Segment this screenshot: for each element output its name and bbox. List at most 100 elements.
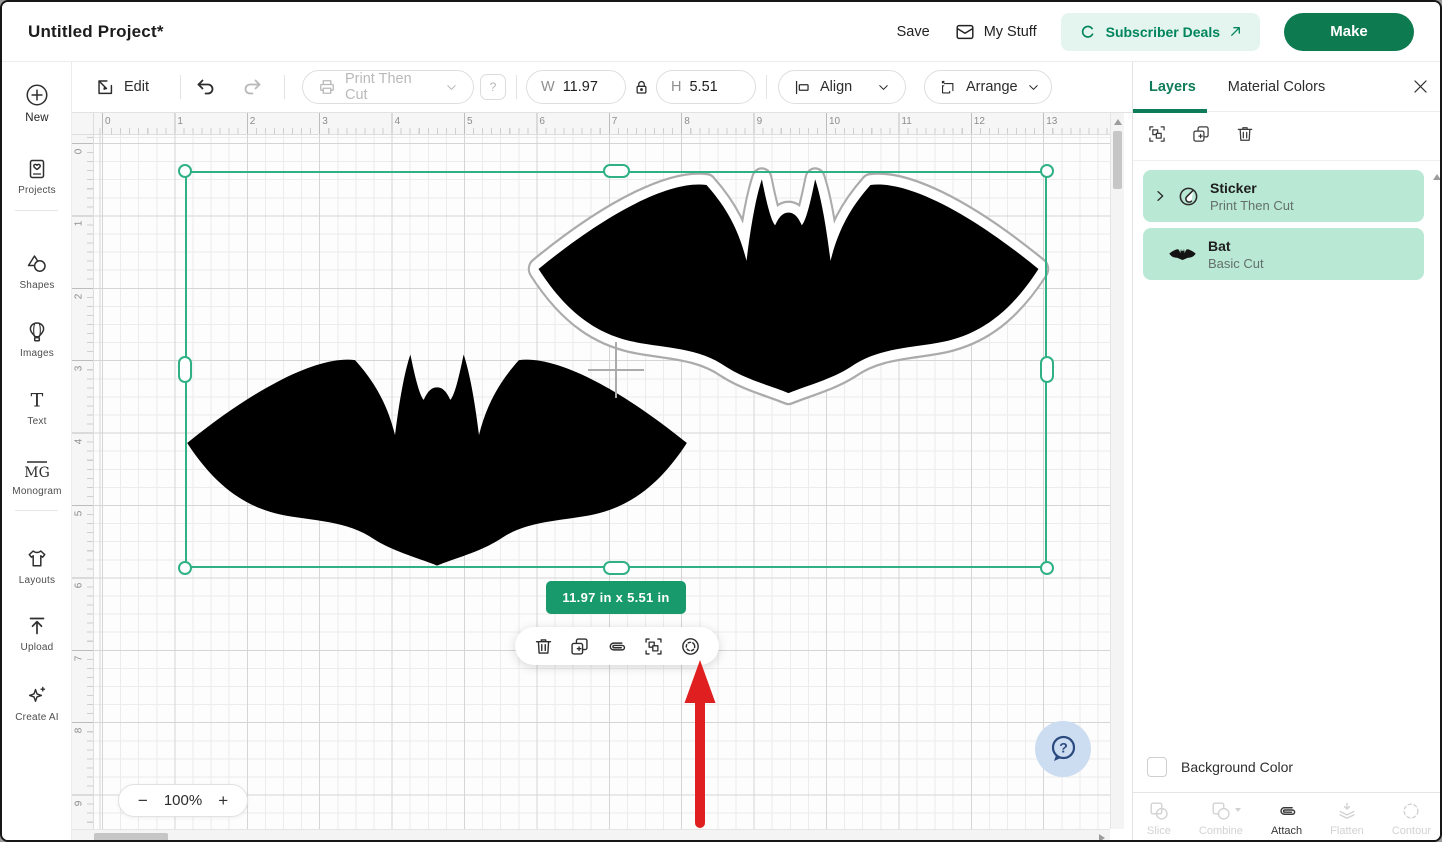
external-link-icon (1229, 25, 1242, 38)
ruler-number: 11 (901, 116, 911, 127)
sticker-offset-icon[interactable] (679, 635, 702, 658)
horizontal-scroll-thumb[interactable] (94, 833, 168, 842)
scroll-right-arrow[interactable] (1099, 834, 1105, 842)
align-dropdown[interactable]: Align (778, 70, 906, 104)
cricut-design-space-window: Untitled Project* Save My Stuff Subscrib… (0, 0, 1442, 842)
contour-button[interactable]: Contour (1392, 800, 1431, 837)
tab-material-colors[interactable]: Material Colors (1228, 79, 1326, 95)
attach-paperclip-icon[interactable] (605, 635, 628, 658)
flatten-button[interactable]: Flatten (1330, 800, 1364, 837)
sidebar-item-projects[interactable]: Projects (2, 157, 72, 196)
flatten-icon (1336, 800, 1358, 822)
vertical-scroll-thumb[interactable] (1113, 131, 1122, 189)
ruler-vertical: 0123456789 (72, 135, 94, 829)
arrange-icon (939, 78, 958, 97)
ruler-number: 2 (250, 116, 256, 127)
help-button[interactable]: ? (1035, 721, 1091, 777)
red-annotation-arrow (682, 658, 718, 834)
resize-handle-top-right[interactable] (1040, 164, 1054, 178)
layer-actions (1143, 120, 1259, 148)
ruler-number: 7 (612, 116, 618, 127)
resize-handle-bottom-left[interactable] (178, 561, 192, 575)
sidebar-item-create-ai[interactable]: Create AI (2, 684, 72, 723)
height-field[interactable]: H 5.51 (656, 70, 756, 104)
delete-layer-icon[interactable] (1231, 120, 1259, 148)
bat-layer-icon (1169, 249, 1196, 260)
attach-button[interactable]: Attach (1271, 800, 1302, 837)
slice-button[interactable]: Slice (1147, 800, 1171, 837)
header-actions: Save My Stuff Subscriber Deals Make (897, 13, 1414, 51)
undo-button[interactable] (194, 70, 218, 104)
select-all-icon[interactable] (1143, 120, 1171, 148)
lock-ratio-button[interactable] (632, 70, 651, 104)
make-button[interactable]: Make (1284, 13, 1414, 51)
redo-button[interactable] (240, 70, 264, 104)
tab-layers[interactable]: Layers (1149, 79, 1196, 95)
ruler-number: 10 (829, 116, 840, 127)
svg-text:?: ? (1059, 740, 1068, 756)
divider (766, 75, 767, 99)
attach-paperclip-icon (1275, 800, 1299, 822)
sidebar-item-new[interactable]: New (2, 82, 72, 124)
delete-icon[interactable] (533, 636, 554, 657)
vertical-scrollbar[interactable] (1110, 113, 1124, 829)
ruler-number: 8 (684, 116, 690, 127)
my-stuff-button[interactable]: My Stuff (954, 21, 1037, 43)
edit-button[interactable]: Edit (94, 70, 149, 104)
divider (284, 75, 285, 99)
sidebar-divider (15, 510, 58, 511)
subscriber-deals-button[interactable]: Subscriber Deals (1061, 13, 1260, 51)
sidebar-item-layouts[interactable]: Layouts (2, 547, 72, 586)
arrange-dropdown[interactable]: Arrange (924, 70, 1052, 104)
layer-name: Bat (1208, 237, 1264, 256)
ruler-number: 7 (73, 656, 84, 662)
duplicate-icon[interactable] (569, 636, 590, 657)
horizontal-scrollbar[interactable] (72, 829, 1110, 842)
duplicate-layer-icon[interactable] (1187, 120, 1215, 148)
envelope-icon (954, 21, 976, 43)
save-button[interactable]: Save (897, 24, 930, 40)
layer-operation: Basic Cut (1208, 256, 1264, 272)
printer-icon (317, 77, 337, 97)
expand-chevron-icon[interactable] (1152, 188, 1168, 204)
zoom-in-button[interactable]: + (218, 791, 228, 811)
width-field[interactable]: W 11.97 (526, 70, 626, 104)
ruler-number: 9 (757, 116, 763, 127)
operation-help-button[interactable]: ? (480, 74, 506, 100)
monogram-icon: MG (24, 458, 50, 482)
scroll-up-arrow[interactable] (1114, 119, 1122, 125)
layer-row-sticker[interactable]: Sticker Print Then Cut (1143, 170, 1424, 222)
zoom-out-button[interactable]: − (138, 791, 148, 811)
resize-handle-top[interactable] (603, 164, 630, 178)
divider (516, 75, 517, 99)
layer-row-bat[interactable]: Bat Basic Cut (1143, 228, 1424, 280)
layer-tools-bar: Slice Combine Attach Flatten Contour (1133, 793, 1442, 842)
combine-button[interactable]: Combine (1199, 800, 1243, 837)
sidebar-item-shapes[interactable]: Shapes (2, 252, 72, 291)
sidebar-item-upload[interactable]: Upload (2, 614, 72, 653)
resize-handle-bottom[interactable] (603, 561, 630, 575)
ruler-number: 12 (974, 116, 985, 127)
edit-pen-icon (94, 76, 116, 98)
chevron-down-icon (876, 80, 891, 95)
resize-handle-top-left[interactable] (178, 164, 192, 178)
ruler-number: 3 (322, 116, 328, 127)
sidebar-item-text[interactable]: T Text (2, 388, 72, 427)
undo-icon (194, 75, 218, 99)
ruler-number: 5 (467, 116, 473, 127)
background-color-checkbox[interactable] (1147, 757, 1167, 777)
sidebar-item-images[interactable]: Images (2, 320, 72, 359)
sidebar-item-monogram[interactable]: MG Monogram (2, 458, 72, 497)
resize-handle-left[interactable] (178, 356, 192, 383)
resize-handle-bottom-right[interactable] (1040, 561, 1054, 575)
select-all-icon[interactable] (643, 636, 664, 657)
shapes-icon (25, 252, 49, 276)
ruler-number: 0 (73, 149, 84, 155)
ruler-number: 8 (73, 728, 84, 734)
sticker-layer-icon (1176, 184, 1201, 209)
resize-handle-right[interactable] (1040, 356, 1054, 383)
close-panel-button[interactable] (1411, 77, 1430, 96)
operation-select[interactable]: Print Then Cut (302, 70, 474, 104)
ruler-number: 3 (73, 366, 84, 372)
layer-list-scroll-up-arrow[interactable] (1433, 174, 1441, 180)
